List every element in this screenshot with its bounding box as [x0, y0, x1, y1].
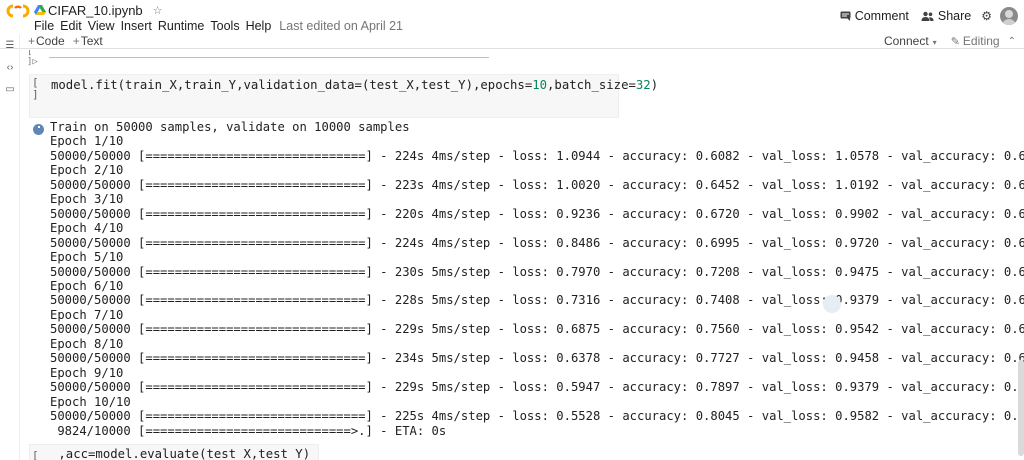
comment-icon	[840, 11, 851, 21]
cell-run-bracket[interactable]: []	[32, 77, 39, 101]
output-line: Epoch 2/10	[50, 163, 124, 178]
notebook-toolbar: +Code +Text Connect ▾ ✎ Editing ⌃	[0, 34, 1024, 49]
output-line: 50000/50000 [===========================…	[50, 409, 1024, 424]
output-line: 50000/50000 [===========================…	[50, 177, 1024, 192]
output-line: Epoch 8/10	[50, 336, 124, 351]
app-header: CIFAR_10.ipynb ☆ File Edit View Insert R…	[0, 0, 1024, 34]
output-line: Epoch 5/10	[50, 250, 124, 265]
editing-mode-button[interactable]: ✎ Editing	[951, 34, 1000, 48]
plus-icon: +	[28, 34, 36, 48]
output-divider	[49, 57, 489, 58]
drive-icon	[34, 5, 46, 15]
folder-icon[interactable]: ▭	[5, 84, 15, 95]
cell-bracket: [	[27, 50, 33, 57]
toolbar-right: Connect ▾ ✎ Editing ⌃	[884, 34, 1016, 48]
menu-view[interactable]: View	[88, 19, 115, 33]
collapse-header-icon[interactable]: ⌃	[1008, 36, 1016, 47]
editing-label: Editing	[962, 34, 1000, 48]
output-line: 50000/50000 [===========================…	[50, 380, 1024, 395]
output-line: Epoch 4/10	[50, 221, 124, 236]
left-sidebar: ☰ ‹› ▭	[0, 34, 20, 460]
code-editor-line[interactable]: _,acc=model.evaluate(test_X,test_Y)	[51, 447, 310, 460]
add-code-button[interactable]: +Code	[28, 34, 65, 48]
add-cell-buttons: +Code +Text	[28, 34, 111, 48]
output-line: Epoch 3/10	[50, 192, 124, 207]
output-line: 50000/50000 [===========================…	[50, 264, 1024, 279]
menu-runtime[interactable]: Runtime	[158, 19, 205, 33]
output-line: 50000/50000 [===========================…	[50, 148, 1024, 163]
code-icon[interactable]: ‹›	[5, 62, 15, 73]
output-toggle-icon[interactable]: ]▷	[27, 57, 38, 67]
code-number: 32	[635, 78, 651, 92]
menu-edit[interactable]: Edit	[60, 19, 82, 33]
plus-icon: +	[72, 34, 80, 48]
comment-label: Comment	[854, 9, 909, 23]
star-icon[interactable]: ☆	[153, 4, 163, 17]
output-line: 50000/50000 [===========================…	[50, 322, 1024, 337]
add-text-button[interactable]: +Text	[73, 34, 103, 48]
share-label: Share	[937, 9, 972, 23]
output-info-icon[interactable]	[33, 124, 44, 135]
output-line: Epoch 9/10	[50, 365, 124, 380]
code-text: model.fit(train_X,train_Y,validation_dat…	[51, 78, 659, 92]
gear-icon[interactable]: ⚙	[981, 9, 992, 23]
output-line: Epoch 1/10	[50, 134, 124, 149]
toc-icon[interactable]: ☰	[5, 40, 15, 51]
connect-button[interactable]: Connect ▾	[884, 34, 937, 48]
output-line: Epoch 10/10	[50, 394, 131, 409]
comment-button[interactable]: Comment	[840, 9, 909, 23]
output-line: 50000/50000 [===========================…	[50, 235, 1024, 250]
share-button[interactable]: Share	[921, 9, 971, 23]
avatar[interactable]	[1000, 7, 1018, 25]
code-editor-line[interactable]: model.fit(train_X,train_Y,validation_dat…	[51, 78, 658, 92]
header-actions: Comment Share ⚙	[828, 6, 1018, 26]
output-line: Epoch 7/10	[50, 307, 124, 322]
output-line: Epoch 6/10	[50, 278, 124, 293]
code-number: 10	[532, 78, 548, 92]
output-line: 9824/10000 [============================…	[50, 423, 447, 438]
output-line: 50000/50000 [===========================…	[50, 293, 1024, 308]
last-edited-link[interactable]: Last edited on April 21	[279, 19, 403, 33]
menu-insert[interactable]: Insert	[121, 19, 152, 33]
menu-bar: File Edit View Insert Runtime Tools Help…	[34, 18, 403, 33]
title-row: CIFAR_10.ipynb ☆	[34, 2, 163, 18]
colab-logo[interactable]	[6, 4, 30, 18]
connect-label: Connect	[883, 34, 929, 48]
add-text-label: Text	[80, 34, 103, 48]
notebook-body: [ ]▷ [] model.fit(train_X,train_Y,valida…	[21, 50, 1024, 460]
output-line: 50000/50000 [===========================…	[50, 206, 1024, 221]
training-log: Train on 50000 samples, validate on 1000…	[50, 120, 1024, 438]
code-cell-fit[interactable]: [] model.fit(train_X,train_Y,validation_…	[29, 74, 658, 118]
output-line: Train on 50000 samples, validate on 1000…	[50, 120, 410, 134]
chevron-down-icon[interactable]: ▾	[933, 38, 937, 47]
menu-help[interactable]: Help	[246, 19, 272, 33]
cell-run-bracket[interactable]: [	[32, 449, 39, 460]
code-cell-evaluate[interactable]: [ _,acc=model.evaluate(test_X,test_Y)	[29, 444, 319, 460]
share-icon	[921, 11, 934, 21]
add-code-label: Code	[36, 34, 65, 48]
menu-tools[interactable]: Tools	[210, 19, 239, 33]
menu-file[interactable]: File	[34, 19, 54, 33]
cell-output: Train on 50000 samples, validate on 1000…	[33, 120, 1024, 438]
output-line: 50000/50000 [===========================…	[50, 351, 1024, 366]
watermark-logo	[823, 295, 841, 313]
notebook-title[interactable]: CIFAR_10.ipynb	[48, 3, 143, 18]
previous-cell-output: [ ]▷	[27, 50, 527, 67]
pencil-icon: ✎	[950, 35, 960, 48]
scrollbar[interactable]	[1018, 360, 1024, 456]
